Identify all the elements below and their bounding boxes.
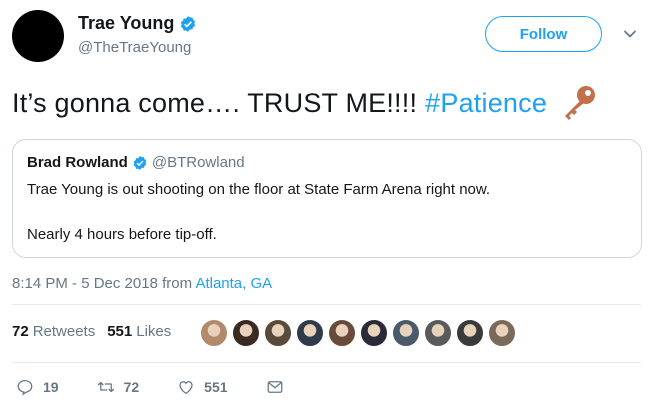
retweets-count[interactable]: 72 [12,323,29,340]
retweet-count: 72 [123,379,140,395]
liker-avatars [200,319,520,347]
likes-label[interactable]: Likes [136,323,171,340]
liker-avatar[interactable] [328,319,356,347]
reply-button[interactable]: 19 [16,378,59,396]
retweet-button[interactable]: 72 [97,378,140,396]
divider [12,304,641,305]
liker-avatar[interactable] [456,319,484,347]
liker-avatar[interactable] [488,319,516,347]
tweet-body: It’s gonna come…. TRUST ME!!!! [12,87,418,118]
hashtag-link[interactable]: #Patience [425,88,547,119]
heart-icon [179,381,193,395]
liker-avatar[interactable] [200,319,228,347]
timestamp[interactable]: 8:14 PM - 5 Dec 2018 from [12,275,192,292]
liker-avatar[interactable] [264,319,292,347]
liker-avatar[interactable] [392,319,420,347]
author-display-name[interactable]: Trae Young [78,13,174,34]
direct-message-button[interactable] [266,378,293,396]
quoted-tweet-card[interactable]: Brad Rowland @BTRowland Trae Young is ou… [12,139,642,258]
like-button[interactable]: 551 [177,378,228,396]
avatar[interactable] [12,10,64,62]
liker-avatar[interactable] [424,319,452,347]
liker-avatar[interactable] [360,319,388,347]
quoted-author-row: Brad Rowland @BTRowland [27,154,245,171]
tweet-text: It’s gonna come…. TRUST ME!!!! #Patience [12,82,599,124]
location-link[interactable]: Atlanta, GA [195,275,272,292]
quoted-author-name: Brad Rowland [27,154,128,171]
retweets-label[interactable]: Retweets [33,323,96,340]
like-count: 551 [204,379,228,395]
divider [12,362,641,363]
reply-count: 19 [43,379,59,395]
chevron-down-icon[interactable] [622,26,638,42]
retweet-icon [97,381,114,393]
quoted-author-handle: @BTRowland [151,154,245,171]
engagement-stats: 72 Retweets 551 Likes [12,323,171,340]
verified-badge-icon [181,15,196,32]
key-icon [565,86,596,120]
reply-icon [17,379,33,396]
tweet-metadata: 8:14 PM - 5 Dec 2018 from Atlanta, GA [12,275,272,292]
envelope-icon [267,381,282,393]
action-bar: 19 72 551 [16,378,331,396]
verified-badge-icon [133,155,147,170]
author-handle[interactable]: @TheTraeYoung [78,39,191,56]
follow-button[interactable]: Follow [485,16,602,52]
author-name-row: Trae Young [78,13,197,34]
quoted-tweet-text-line: Trae Young is out shooting on the floor … [27,181,491,198]
quoted-tweet-text-line: Nearly 4 hours before tip-off. [27,226,217,243]
liker-avatar[interactable] [296,319,324,347]
liker-avatar[interactable] [232,319,260,347]
likes-count[interactable]: 551 [107,323,132,340]
